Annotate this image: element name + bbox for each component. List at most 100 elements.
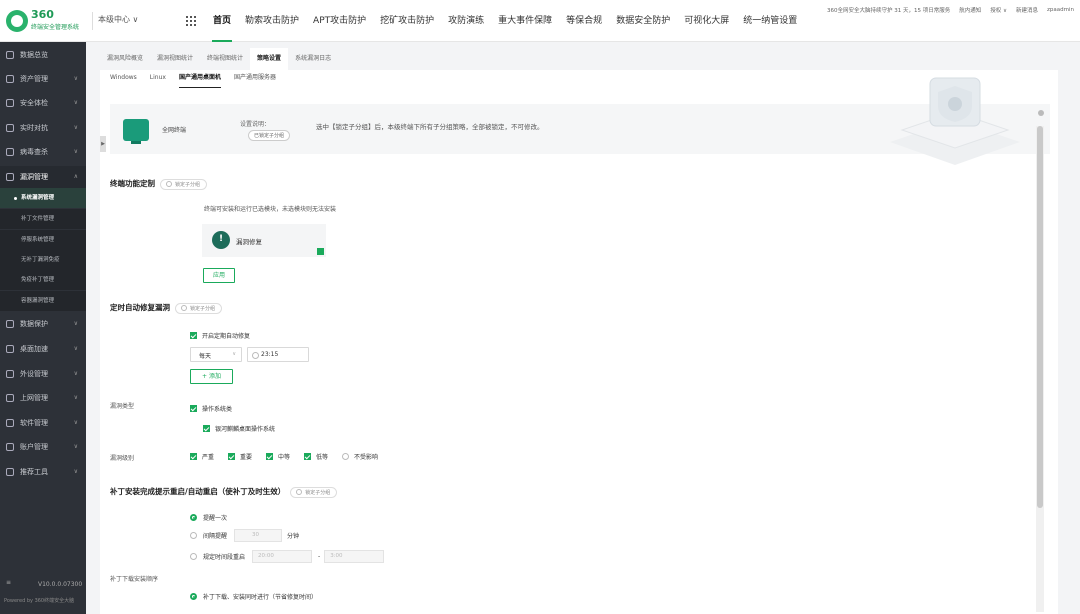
sidebar-sub-container-vuln[interactable]: 容器漏洞管理 — [0, 291, 86, 311]
lock-subgroup-toggle[interactable]: 锁定子分组 — [290, 486, 338, 498]
chevron-down-icon: ∨ — [73, 468, 78, 475]
unit-selector[interactable]: 本级中心 ∨ — [98, 14, 138, 25]
logo[interactable]: 360 终端安全管理系统 — [6, 8, 86, 34]
download-order-label: 补丁下载安装顺序 — [110, 576, 159, 583]
interval-stepper[interactable]: 30 — [234, 529, 283, 542]
notice-link[interactable]: 航内通知 — [959, 6, 981, 14]
close-icon[interactable] — [1038, 110, 1044, 116]
lock-subgroup-toggle[interactable]: 锁定子分组 — [175, 302, 223, 314]
level-medium-checkbox[interactable]: 中等 — [266, 452, 290, 461]
sidebar-item-realtime[interactable]: 实时对抗 ∨ — [0, 117, 86, 139]
level-low-checkbox[interactable]: 低等 — [304, 452, 328, 461]
sidebar-sub-patch-files[interactable]: 补丁文件管理 — [0, 209, 86, 229]
checkbox-icon — [190, 332, 197, 339]
nav-item-screen[interactable]: 可视化大屏 — [677, 0, 736, 42]
sidebar-sub-immune-patch[interactable]: 免疫补丁管理 — [0, 270, 86, 290]
level-critical-checkbox[interactable]: 严重 — [190, 452, 214, 461]
sidebar-item-internet[interactable]: 上网管理 ∨ — [0, 387, 86, 409]
download-parallel-radio[interactable]: 补丁下载、安装同时进行（节省修复时间） — [190, 592, 317, 601]
tab-terminal-view[interactable]: 终端视图统计 — [200, 48, 250, 70]
chevron-down-icon: ∨ — [73, 419, 78, 426]
nav-item-apt[interactable]: APT攻击防护 — [306, 0, 373, 42]
tab-linux[interactable]: Linux — [150, 70, 166, 86]
policy-panel: Windows Linux 国产通用桌面机 国产通用服务器 全网终端 设置说明：… — [100, 70, 1058, 614]
powered-by: Powered by 360终端安全大脑 — [4, 598, 75, 604]
chevron-down-icon: ∨ — [73, 75, 78, 82]
message-link[interactable]: 新建消息 — [1016, 6, 1038, 14]
logo-text: 360 — [31, 8, 54, 21]
module-card-vuln-repair[interactable]: 漏洞修复 — [202, 224, 326, 257]
tabs-level1: 漏洞风险概览 漏洞视图统计 终端视图统计 策略设置 系统漏洞日志 — [100, 48, 338, 70]
tab-vuln-log[interactable]: 系统漏洞日志 — [288, 48, 338, 70]
virus-icon — [6, 148, 14, 156]
license-link[interactable]: 授权 ∨ — [990, 6, 1007, 14]
menu-icon[interactable]: ≡ — [6, 579, 11, 586]
app-grid-icon[interactable] — [186, 16, 196, 26]
tab-vuln-view[interactable]: 漏洞视图统计 — [150, 48, 200, 70]
sidebar-sub-no-patch-immune[interactable]: 无补丁漏洞免疫 — [0, 250, 86, 270]
nav-item-data-security[interactable]: 数据安全防护 — [609, 0, 677, 42]
nav-item-mining[interactable]: 挖矿攻击防护 — [373, 0, 441, 42]
user-name[interactable]: zpaadmin — [1047, 7, 1074, 13]
nav-item-ransomware[interactable]: 勒索攻击防护 — [238, 0, 306, 42]
sidebar-item-account[interactable]: 账户管理 ∨ — [0, 436, 86, 458]
nav-item-events[interactable]: 重大事件保障 — [491, 0, 559, 42]
type-os-checkbox[interactable]: 操作系统类 — [190, 404, 232, 413]
sidebar-item-virus[interactable]: 病毒查杀 ∨ — [0, 141, 86, 163]
sidebar-item-tools[interactable]: 推荐工具 ∨ — [0, 461, 86, 483]
level-important-checkbox[interactable]: 重要 — [228, 452, 252, 461]
tab-domestic-desktop[interactable]: 国产通用桌面机 — [178, 70, 221, 88]
tabs-level2: Windows Linux 国产通用桌面机 国产通用服务器 — [110, 70, 289, 88]
frequency-select[interactable]: 每天 ∨ — [190, 347, 242, 362]
level-unaffected-checkbox[interactable]: 不受影响 — [342, 452, 378, 461]
enable-auto-repair-checkbox[interactable]: 开启定期自动修复 — [190, 331, 250, 340]
scrollbar-thumb[interactable] — [1037, 126, 1043, 508]
apply-button[interactable]: 应用 — [203, 268, 235, 283]
scrollbar[interactable] — [1036, 126, 1044, 612]
logo-subtitle: 终端安全管理系统 — [31, 24, 80, 31]
logo-icon — [6, 10, 28, 32]
time-picker[interactable]: 23:15 — [247, 347, 309, 362]
sidebar-item-desktop[interactable]: 桌面加速 ∨ — [0, 338, 86, 360]
sidebar-sub-system-vuln[interactable]: 系统漏洞管理 — [0, 188, 86, 208]
checkbox-icon — [190, 453, 197, 460]
checkbox-icon — [203, 425, 210, 432]
sidebar-item-software[interactable]: 软件管理 ∨ — [0, 412, 86, 434]
scheduled-restart-radio[interactable]: 规定时间段重启 20:00-3:00 — [190, 550, 385, 563]
interval-remind-radio[interactable]: 间隔提醒 30 分钟 — [190, 529, 299, 542]
lock-subgroup-toggle[interactable]: 锁定子分组 — [160, 178, 208, 190]
sidebar-item-data-protect[interactable]: 数据保护 ∨ — [0, 313, 86, 335]
checkbox-icon — [228, 453, 235, 460]
sidebar-item-assets[interactable]: 资产管理 ∨ — [0, 68, 86, 90]
nav-item-unified[interactable]: 统一纳管设置 — [736, 0, 804, 42]
nav-item-drill[interactable]: 攻防演练 — [441, 0, 491, 42]
checkbox-icon — [266, 453, 273, 460]
terminal-group-icon — [123, 119, 149, 144]
nav-item-home[interactable]: 首页 — [206, 0, 238, 42]
restart-start-time[interactable]: 20:00 — [252, 550, 313, 563]
chevron-down-icon: ∨ — [73, 148, 78, 155]
tab-windows[interactable]: Windows — [110, 70, 137, 86]
radio-icon — [190, 532, 197, 539]
tab-vuln-overview[interactable]: 漏洞风险概览 — [100, 48, 150, 70]
restart-end-time[interactable]: 3:00 — [324, 550, 385, 563]
sidebar-sub-eol-systems[interactable]: 停服系统管理 — [0, 230, 86, 250]
module-checked-icon — [317, 248, 324, 255]
remind-once-radio[interactable]: 提醒一次 — [190, 513, 227, 522]
sidebar-item-vuln[interactable]: 漏洞管理 ∧ — [0, 166, 86, 188]
add-schedule-button[interactable]: + 添加 — [190, 369, 233, 384]
sidebar-item-checkup[interactable]: 安全体检 ∨ — [0, 92, 86, 114]
sidebar-item-peripheral[interactable]: 外设管理 ∨ — [0, 363, 86, 385]
setting-label: 设置说明： — [240, 121, 271, 128]
collapse-toggle[interactable]: ▶ — [100, 136, 106, 152]
type-kylin-checkbox[interactable]: 银河麒麟桌面操作系统 — [203, 424, 275, 433]
asset-icon — [6, 75, 14, 83]
main-nav: 首页 勒索攻击防护 APT攻击防护 挖矿攻击防护 攻防演练 重大事件保障 等保合… — [206, 0, 804, 42]
tab-policy-settings[interactable]: 策略设置 — [250, 48, 289, 70]
dashboard-icon — [6, 51, 14, 59]
sidebar-item-overview[interactable]: 数据总览 — [0, 44, 86, 66]
nav-item-compliance[interactable]: 等保合规 — [559, 0, 609, 42]
chevron-down-icon: ∨ — [73, 320, 78, 327]
sidebar: 数据总览 资产管理 ∨ 安全体检 ∨ 实时对抗 ∨ 病毒查杀 ∨ 漏洞管理 ∧ 系统漏洞管… — [0, 42, 86, 614]
tab-domestic-server[interactable]: 国产通用服务器 — [234, 70, 276, 86]
